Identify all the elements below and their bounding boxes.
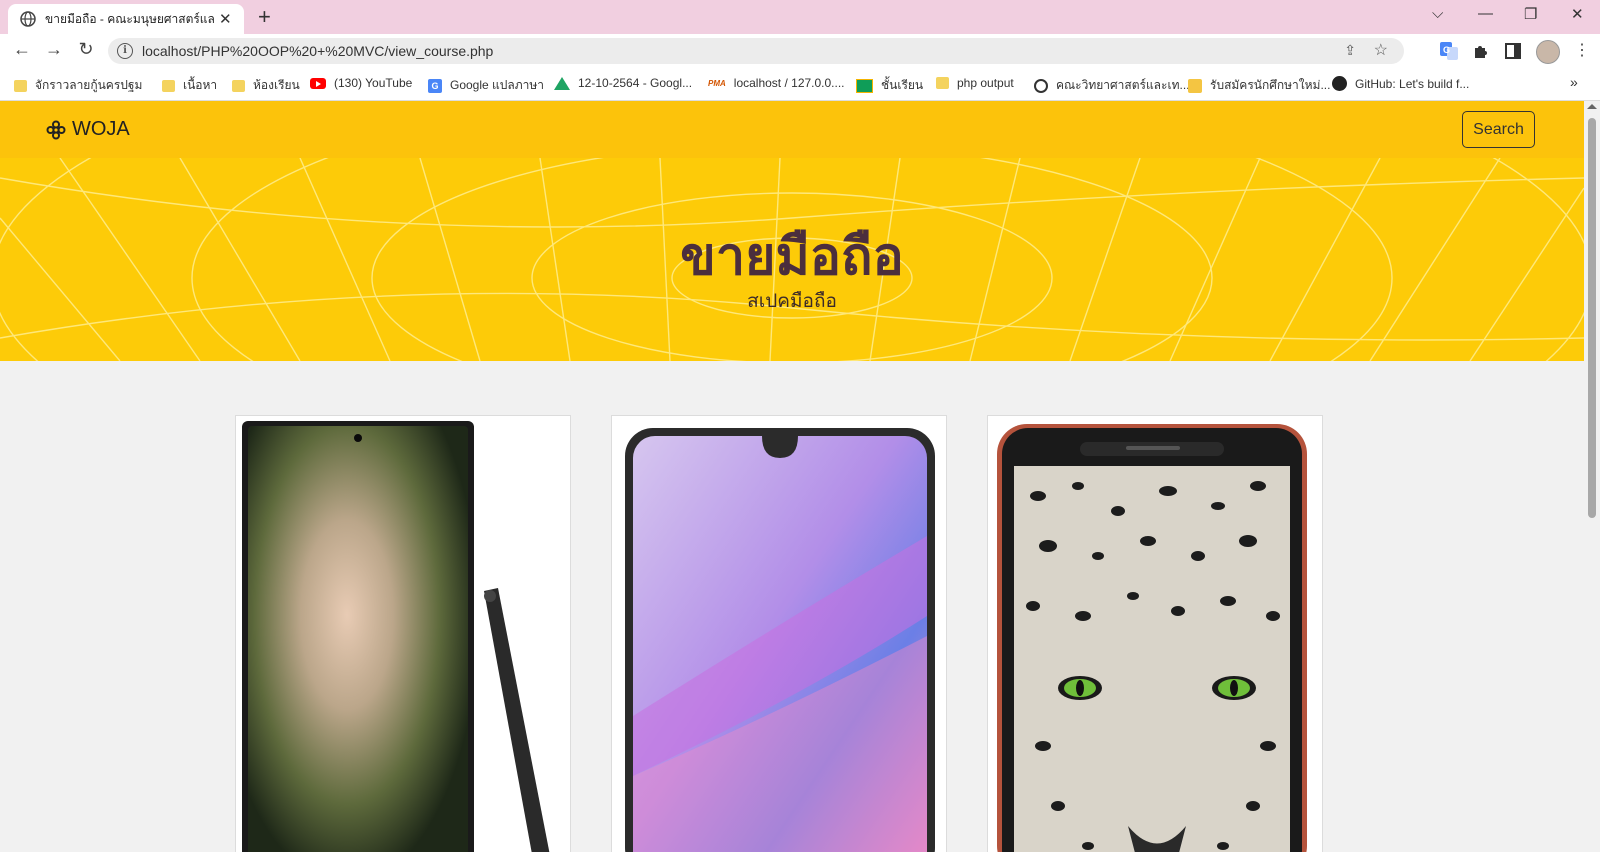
folder-icon — [162, 79, 175, 92]
brand-name: WOJA — [72, 118, 130, 140]
product-image-phone-purple — [612, 416, 946, 852]
bookmark-item[interactable]: ห้องเรียน — [232, 76, 300, 95]
github-icon — [1332, 76, 1347, 91]
university-icon — [1188, 78, 1202, 93]
bookmark-item[interactable]: PMA localhost / 127.0.0.... — [708, 76, 845, 90]
flower-icon — [46, 120, 66, 139]
svg-text:G: G — [1443, 45, 1450, 55]
bookmark-item[interactable]: เนื้อหา — [162, 76, 217, 95]
browser-menu-icon[interactable]: ⋮ — [1574, 40, 1590, 60]
tab-strip: ขายมือถือ - คณะมนุษยศาสตร์และสังคมศาสตร์… — [0, 0, 1600, 34]
bookmark-item[interactable]: คณะวิทยาศาสตร์และเท... — [1034, 76, 1190, 95]
page-viewport: WOJA Search ขายมือถือ สเปคมือถือ — [0, 101, 1584, 852]
product-image-phone-green — [236, 416, 570, 852]
bookmark-item[interactable]: G Google แปลภาษา — [428, 76, 544, 95]
close-window-icon[interactable]: ✕ — [1571, 5, 1584, 23]
back-icon[interactable]: ← — [10, 39, 34, 60]
bookmark-item[interactable]: php output — [936, 76, 1014, 90]
bookmark-item[interactable]: GitHub: Let's build f... — [1332, 76, 1469, 91]
folder-icon — [14, 79, 27, 92]
hero-banner: ขายมือถือ สเปคมือถือ — [0, 158, 1584, 361]
restore-icon[interactable]: ❐ — [1524, 5, 1537, 23]
globe-icon — [1034, 78, 1048, 93]
product-card[interactable] — [235, 415, 571, 852]
share-icon[interactable]: ⇪ — [1344, 42, 1356, 59]
product-card[interactable] — [987, 415, 1323, 852]
more-bookmarks-icon[interactable]: » — [1570, 74, 1578, 90]
hero-subtitle: สเปคมือถือ — [747, 291, 837, 312]
tab-search-chevron-icon[interactable]: ⌵ — [1432, 5, 1443, 22]
google-translate-extension-icon[interactable]: G — [1440, 42, 1458, 60]
bookmark-label: เนื้อหา — [183, 78, 218, 92]
profile-avatar[interactable] — [1536, 40, 1560, 64]
tab-title: ขายมือถือ - คณะมนุษยศาสตร์และสังคมศาสตร์ — [45, 11, 215, 26]
address-bar[interactable]: i localhost/PHP%20OOP%20+%20MVC/view_cou… — [108, 38, 1404, 64]
bookmark-label: คณะวิทยาศาสตร์และเท... — [1056, 78, 1190, 92]
bookmark-label: php output — [957, 76, 1014, 90]
side-panel-icon[interactable] — [1504, 42, 1522, 60]
hero-title: ขายมือถือ — [680, 227, 904, 287]
browser-tab[interactable]: ขายมือถือ - คณะมนุษยศาสตร์และสังคมศาสตร์… — [8, 4, 244, 34]
bookmark-label: (130) YouTube — [334, 76, 413, 90]
folder-icon — [232, 79, 245, 92]
forward-icon[interactable]: → — [42, 39, 66, 60]
google-translate-icon: G — [428, 78, 442, 93]
bookmark-label: Google แปลภาษา — [450, 78, 545, 92]
reload-icon[interactable]: ↻ — [74, 39, 98, 60]
scrollbar-thumb[interactable] — [1588, 118, 1596, 518]
globe-icon — [20, 11, 36, 27]
url-text: localhost/PHP%20OOP%20+%20MVC/view_cours… — [142, 43, 494, 59]
product-card[interactable] — [611, 415, 947, 852]
bookmark-label: 12-10-2564 - Googl... — [578, 76, 693, 90]
bookmark-label: ชั้นเรียน — [881, 78, 924, 92]
youtube-icon — [310, 77, 326, 89]
brand-link[interactable]: WOJA — [46, 118, 130, 141]
bookmark-item[interactable]: จักราวลายกู้นครปฐม — [14, 76, 142, 95]
minimize-icon[interactable]: — — [1478, 5, 1493, 22]
bookmark-star-icon[interactable]: ☆ — [1374, 40, 1388, 60]
site-navbar: WOJA Search — [0, 101, 1584, 158]
bookmark-label: GitHub: Let's build f... — [1355, 76, 1470, 91]
bookmark-label: ห้องเรียน — [253, 78, 300, 92]
bookmark-label: จักราวลายกู้นครปฐม — [35, 78, 143, 92]
bookmark-item[interactable]: ชั้นเรียน — [856, 76, 923, 95]
new-tab-icon[interactable]: + — [258, 6, 271, 28]
extensions-puzzle-icon[interactable] — [1472, 42, 1490, 60]
scroll-up-arrow-icon[interactable] — [1587, 104, 1597, 109]
site-info-icon[interactable]: i — [117, 43, 133, 59]
browser-toolbar: ← → ↻ i localhost/PHP%20OOP%20+%20MVC/vi… — [0, 34, 1600, 68]
bookmark-item[interactable]: (130) YouTube — [310, 76, 412, 90]
bookmarks-bar: จักราวลายกู้นครปฐม เนื้อหา ห้องเรียน (13… — [0, 68, 1600, 101]
bookmark-label: รับสมัครนักศึกษาใหม่... — [1210, 78, 1331, 92]
product-image-phone-leopard — [988, 416, 1322, 852]
search-button[interactable]: Search — [1462, 111, 1535, 148]
google-drive-icon — [554, 76, 570, 90]
bookmark-label: localhost / 127.0.0.... — [733, 76, 845, 90]
folder-icon — [936, 77, 949, 89]
bookmark-item[interactable]: รับสมัครนักศึกษาใหม่... — [1188, 76, 1330, 95]
bookmark-item[interactable]: 12-10-2564 - Googl... — [554, 76, 692, 90]
tab-close-icon[interactable]: ✕ — [219, 10, 232, 28]
phpmyadmin-icon: PMA — [708, 78, 726, 88]
classroom-icon — [856, 78, 873, 93]
